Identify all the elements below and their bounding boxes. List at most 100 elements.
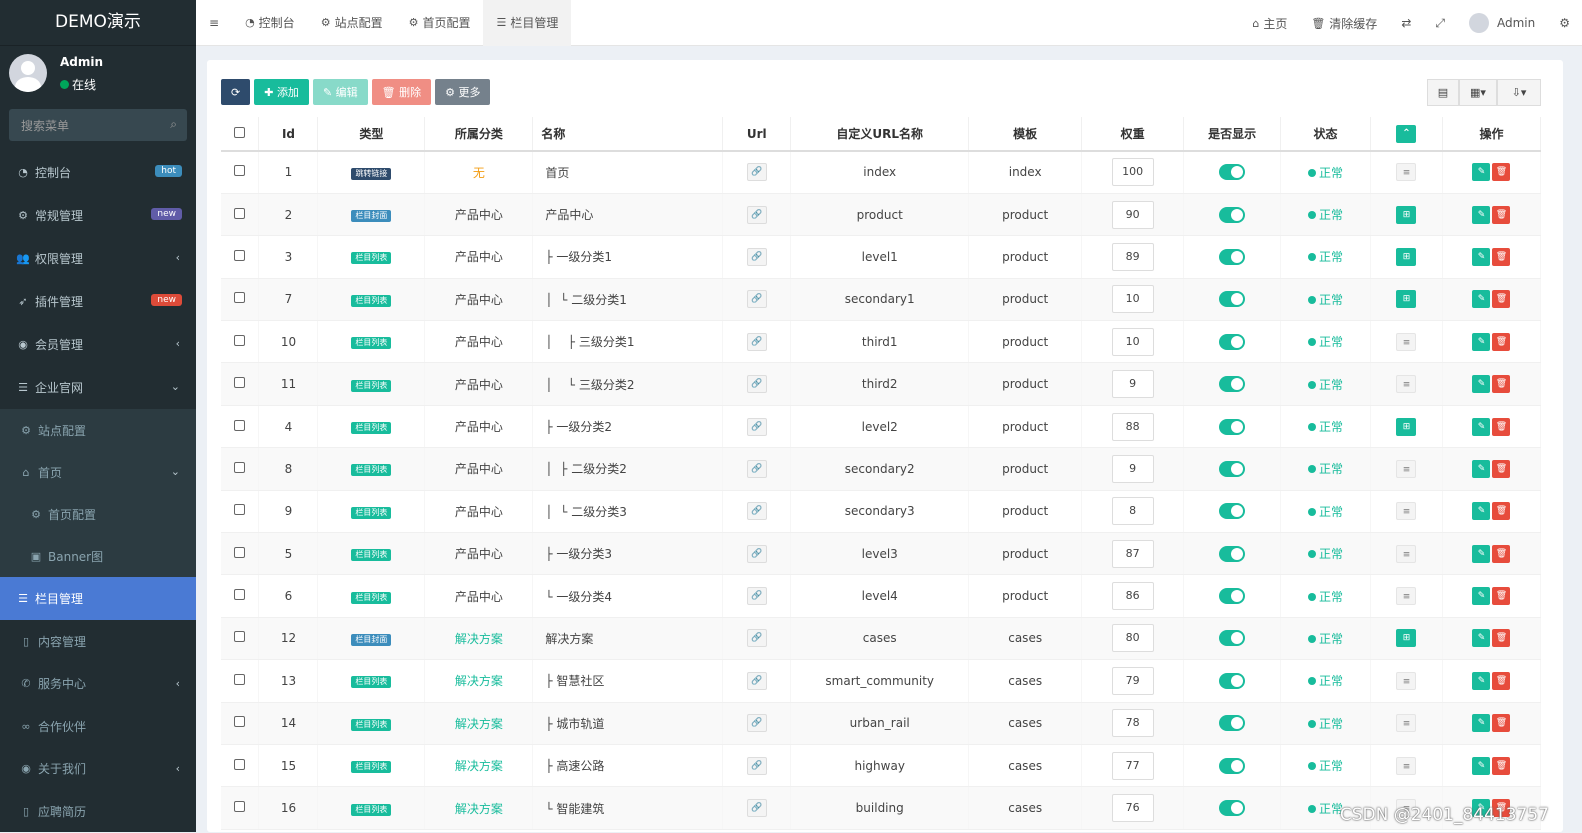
row-select[interactable] [221, 617, 260, 661]
row-checkbox[interactable] [234, 758, 246, 770]
table-row[interactable]: 10 栏目列表 产品中心 │ ├ 三级分类1 🔗 third1 product 10 正常 ≡ ✎ 🗑 [221, 320, 1542, 364]
row-checkbox[interactable] [234, 801, 246, 813]
table-row[interactable]: 1 跳转链接 无首页 🔗 index index 100 正常 ≡ ✎ 🗑 [221, 151, 1542, 194]
col-header[interactable]: 自定义URL名称 [790, 117, 970, 152]
list-icon[interactable]: ≡ [1396, 459, 1417, 478]
refresh-button[interactable]: ⟳ [221, 79, 251, 105]
link-icon[interactable]: 🔗 [746, 247, 767, 266]
export-button[interactable]: ⇩▾ [1497, 79, 1541, 106]
edit-icon[interactable]: ✎ [1472, 544, 1491, 563]
row-select[interactable] [221, 235, 260, 279]
row-select[interactable] [221, 193, 260, 237]
list-icon[interactable]: ≡ [1396, 163, 1417, 182]
edit-icon[interactable]: ✎ [1472, 290, 1491, 309]
table-row[interactable]: 15 栏目列表 解决方案 ├ 高速公路 🔗 highway cases 77 正常 ≡ ✎ 🗑 [221, 744, 1542, 788]
cell-parent[interactable]: 解决方案 [424, 786, 534, 830]
link-icon[interactable]: 🔗 [746, 205, 767, 224]
visible-toggle[interactable] [1219, 630, 1246, 647]
row-select[interactable] [221, 532, 260, 576]
edit-icon[interactable]: ✎ [1472, 587, 1491, 606]
delete-icon[interactable]: 🗑 [1492, 247, 1511, 266]
cell-parent[interactable]: 解决方案 [424, 702, 534, 745]
edit-icon[interactable]: ✎ [1472, 459, 1491, 478]
list-icon[interactable]: ≡ [1396, 502, 1417, 521]
edit-icon[interactable]: ✎ [1472, 671, 1491, 690]
delete-icon[interactable]: 🗑 [1492, 587, 1511, 606]
visible-toggle[interactable] [1219, 800, 1246, 817]
chevron-icon[interactable]: ‹ [176, 337, 180, 350]
edit-icon[interactable]: ✎ [1472, 163, 1491, 182]
list-icon[interactable]: ≡ [1396, 756, 1417, 775]
row-checkbox[interactable] [234, 334, 246, 346]
edit-icon[interactable]: ✎ [1472, 247, 1491, 266]
link-icon[interactable]: 🔗 [746, 502, 767, 521]
link-icon[interactable]: 🔗 [746, 332, 767, 351]
row-select[interactable] [221, 405, 260, 449]
tab[interactable]: ⚙ 首页配置 [396, 0, 484, 46]
clear-cache-button[interactable]: 🗑 清除缓存 [1299, 0, 1389, 46]
link-icon[interactable]: 🔗 [746, 629, 767, 648]
sidebar-item-active[interactable]: ☰ 栏目管理 [0, 577, 196, 620]
delete-icon[interactable]: 🗑 [1492, 756, 1511, 775]
toggle-view-button[interactable]: ▤ [1427, 79, 1459, 106]
weight-input[interactable]: 79 [1111, 666, 1154, 695]
sidebar-item[interactable]: ✆ 服务中心 ‹ [0, 663, 196, 706]
row-checkbox[interactable] [234, 504, 246, 516]
sidebar-item[interactable]: ⚙ 站点配置 [0, 409, 196, 451]
select-all-checkbox[interactable] [234, 126, 246, 138]
chevron-icon[interactable]: ‹ [176, 251, 180, 264]
tab[interactable]: ◔ 控制台 [232, 0, 308, 46]
table-row[interactable]: 6 栏目列表 产品中心 └ 一级分类4 🔗 level4 product 86 正常 ≡ ✎ 🗑 [221, 574, 1542, 618]
search-icon[interactable]: ⌕ [170, 117, 177, 132]
select-all-header[interactable] [221, 117, 260, 152]
row-select[interactable] [221, 151, 260, 194]
link-icon[interactable]: 🔗 [746, 375, 767, 394]
link-icon[interactable]: 🔗 [746, 756, 767, 775]
row-select[interactable] [221, 278, 260, 322]
toggle-all-header[interactable]: ⌃ [1370, 117, 1443, 152]
list-icon[interactable]: ≡ [1396, 587, 1417, 606]
sidebar-item[interactable]: ◉ 关于我们 ‹ [0, 748, 196, 791]
visible-toggle[interactable] [1219, 672, 1246, 689]
sidebar-item[interactable]: 👥 权限管理 ‹ [0, 237, 196, 280]
visible-toggle[interactable] [1219, 418, 1246, 435]
edit-button[interactable]: ✎ 编辑 [312, 79, 368, 105]
link-icon[interactable]: 🔗 [746, 544, 767, 563]
row-select[interactable] [221, 320, 260, 364]
tab[interactable]: ☰ 栏目管理 [483, 0, 572, 46]
sidebar-item[interactable]: ☰ 企业官网 ⌄ [0, 366, 196, 409]
list-icon[interactable]: ≡ [1396, 544, 1417, 563]
sidebar-item[interactable]: ⚙ 常规管理 new [0, 194, 196, 237]
weight-input[interactable]: 78 [1111, 709, 1154, 738]
row-select[interactable] [221, 574, 260, 618]
delete-icon[interactable]: 🗑 [1492, 205, 1511, 224]
cell-parent[interactable]: 解决方案 [424, 617, 534, 661]
delete-icon[interactable]: 🗑 [1492, 332, 1511, 351]
col-header[interactable]: Url [722, 117, 792, 152]
delete-icon[interactable]: 🗑 [1492, 290, 1511, 309]
delete-icon[interactable]: 🗑 [1492, 375, 1511, 394]
link-icon[interactable]: 🔗 [746, 799, 767, 818]
list-icon[interactable]: ≡ [1396, 332, 1417, 351]
sitemap-icon[interactable]: ⊞ [1396, 290, 1417, 309]
sidebar-item[interactable]: ➶ 插件管理 new [0, 280, 196, 323]
visible-toggle[interactable] [1219, 248, 1246, 265]
sidebar-item[interactable]: ▯ 内容管理 [0, 620, 196, 663]
weight-input[interactable]: 77 [1111, 751, 1154, 780]
menu-search-input[interactable]: 搜索菜单 ⌕ [9, 109, 187, 141]
brand-title[interactable]: DEMO演示 [0, 0, 196, 46]
weight-input[interactable]: 80 [1111, 624, 1154, 653]
delete-icon[interactable]: 🗑 [1492, 714, 1511, 733]
visible-toggle[interactable] [1219, 715, 1246, 732]
home-link[interactable]: ⌂ 主页 [1240, 0, 1299, 46]
edit-icon[interactable]: ✎ [1472, 714, 1491, 733]
sidebar-item[interactable]: ▣ Banner图 [0, 535, 196, 577]
table-row[interactable]: 5 栏目列表 产品中心 ├ 一级分类3 🔗 level3 product 87 正常 ≡ ✎ 🗑 [221, 532, 1542, 576]
link-icon[interactable]: 🔗 [746, 290, 767, 309]
table-row[interactable]: 3 栏目列表 产品中心 ├ 一级分类1 🔗 level1 product 89 正常 ⊞ ✎ 🗑 [221, 235, 1542, 279]
visible-toggle[interactable] [1219, 460, 1246, 477]
sitemap-icon[interactable]: ⊞ [1396, 247, 1417, 266]
visible-toggle[interactable] [1219, 503, 1246, 520]
settings-button[interactable]: ⚙ [1547, 0, 1582, 46]
row-select[interactable] [221, 659, 260, 703]
